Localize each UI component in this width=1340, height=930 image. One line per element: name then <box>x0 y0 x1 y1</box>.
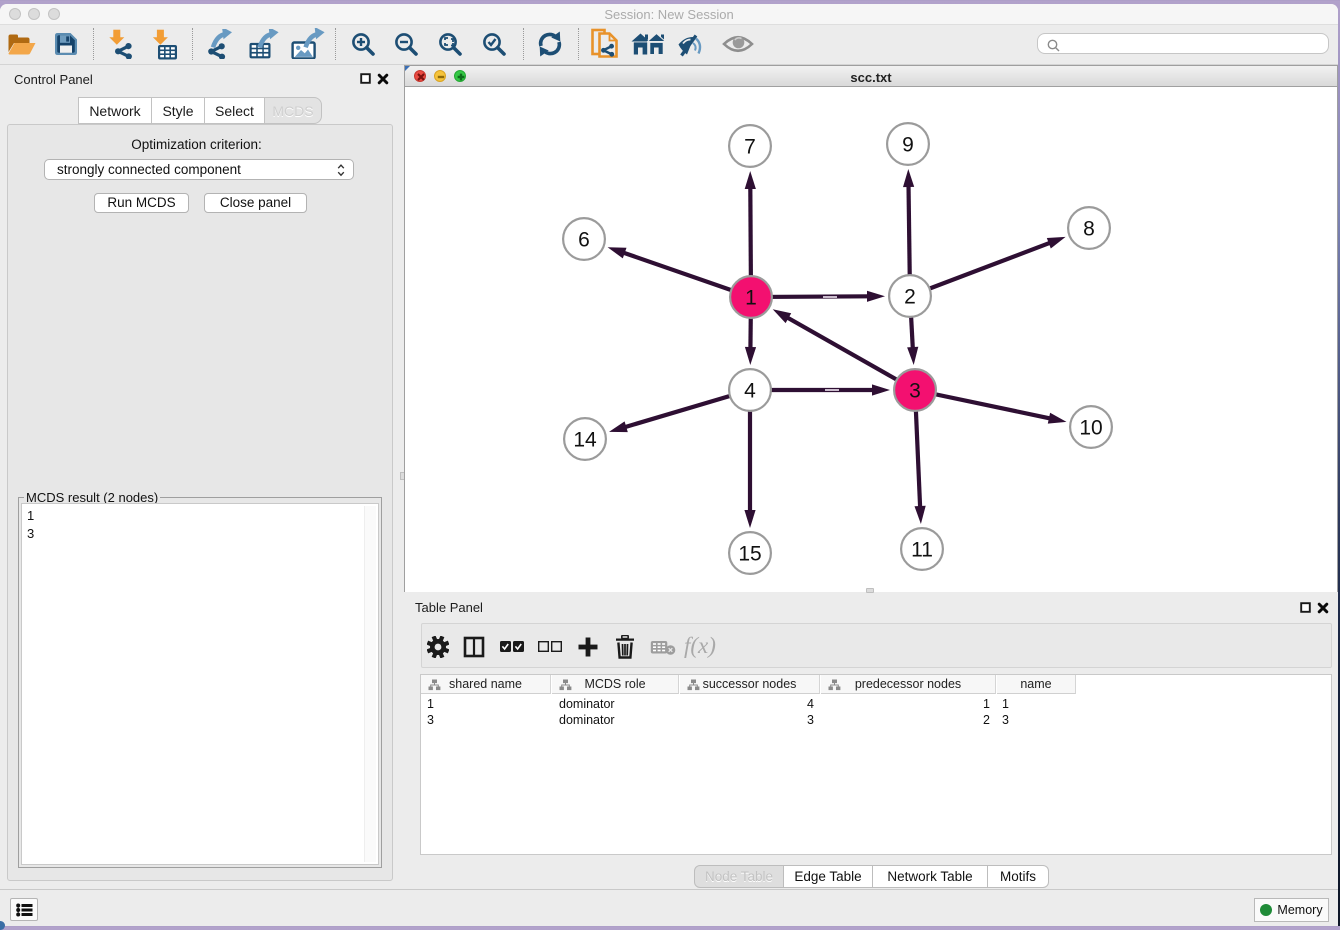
svg-text:14: 14 <box>573 429 597 452</box>
svg-text:7: 7 <box>744 136 756 159</box>
svg-text:6: 6 <box>578 229 590 252</box>
svg-text:11: 11 <box>911 539 933 562</box>
svg-text:4: 4 <box>744 380 756 403</box>
svg-text:3: 3 <box>909 380 921 403</box>
svg-text:10: 10 <box>1079 417 1102 440</box>
svg-text:9: 9 <box>902 134 914 157</box>
svg-text:2: 2 <box>904 286 916 309</box>
svg-text:8: 8 <box>1083 218 1095 241</box>
svg-text:1: 1 <box>745 287 757 310</box>
svg-text:15: 15 <box>738 543 761 566</box>
